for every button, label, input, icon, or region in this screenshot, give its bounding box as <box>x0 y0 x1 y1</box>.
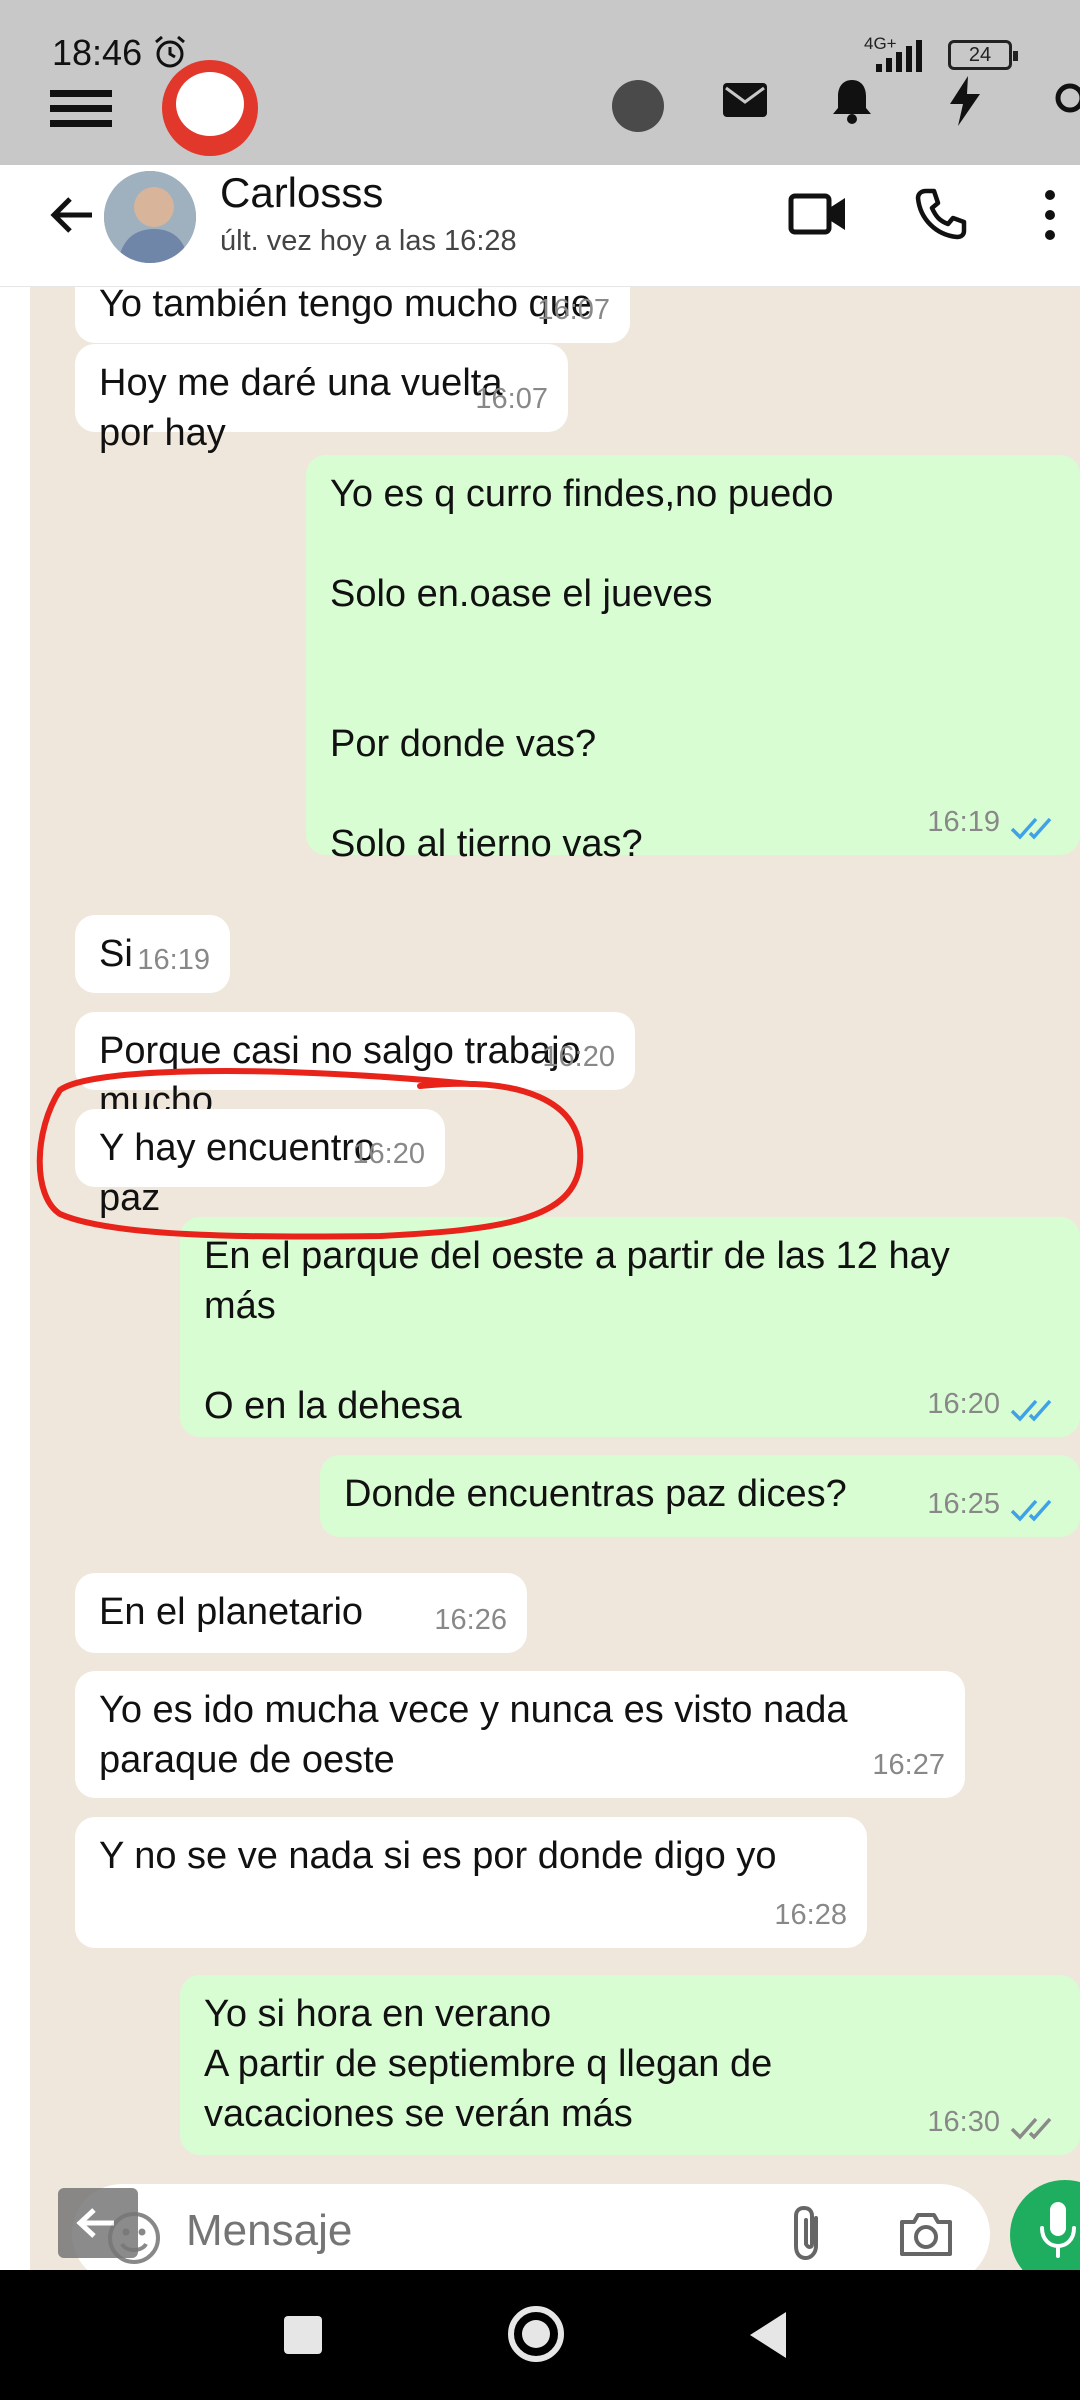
message-time: 16:27 <box>872 1749 945 1781</box>
battery-indicator: 24 <box>948 40 1018 70</box>
message-text: Yo es ido mucha vece y nunca es visto na… <box>99 1689 848 1781</box>
message-incoming[interactable]: En el planetario 16:26 <box>75 1573 527 1653</box>
app-logo[interactable] <box>162 60 258 156</box>
search-icon[interactable] <box>1052 80 1080 120</box>
alarm-icon <box>155 35 185 68</box>
message-outgoing[interactable]: Donde encuentras paz dices? 16:25 <box>320 1455 1080 1537</box>
signal-icon <box>876 40 922 72</box>
more-options-icon[interactable] <box>1042 189 1058 241</box>
profile-thumbnail-icon[interactable] <box>612 80 664 132</box>
message-time: 16:19 <box>927 806 1000 838</box>
message-incoming[interactable]: Y no se ve nada si es por donde digo yo … <box>75 1817 867 1948</box>
bell-icon[interactable] <box>830 76 874 124</box>
status-time: 18:46 <box>52 32 143 73</box>
message-time: 16:26 <box>434 1604 507 1636</box>
avatar-photo <box>104 171 196 263</box>
message-time: 16:20 <box>352 1138 425 1170</box>
message-incoming[interactable]: Yo también tengo mucho que no voy 16:07 <box>75 287 630 375</box>
read-receipt-icon <box>1010 1399 1052 1422</box>
mail-icon[interactable] <box>722 82 768 118</box>
message-incoming[interactable]: Y hay encuentro paz 16:20 <box>75 1109 445 1219</box>
camera-icon[interactable] <box>898 2210 954 2258</box>
status-bar: 18:46 4G+ 24 <box>0 0 1080 165</box>
last-seen-status: últ. vez hoy a las 16:28 <box>220 225 517 257</box>
attach-icon[interactable] <box>788 2204 828 2264</box>
message-time: 16:07 <box>537 294 610 326</box>
read-receipt-icon <box>1010 817 1052 840</box>
message-input[interactable] <box>186 2206 746 2256</box>
phone-call-icon[interactable] <box>914 187 968 241</box>
message-time: 16:28 <box>774 1899 847 1931</box>
delivered-receipt-icon <box>1010 2117 1052 2140</box>
message-outgoing[interactable]: Yo es q curro findes,no puedo Solo en.oa… <box>306 455 1080 865</box>
message-time: 16:19 <box>137 944 210 976</box>
floating-back-arrow-icon <box>76 2208 114 2238</box>
system-navigation-bar <box>0 2270 1080 2400</box>
back-arrow-icon[interactable] <box>48 191 96 239</box>
message-time: 16:30 <box>927 2106 1000 2138</box>
message-input-bar <box>30 2180 1080 2290</box>
contact-name[interactable]: Carlosss <box>220 169 383 217</box>
message-time: 16:07 <box>475 383 548 415</box>
battery-level: 24 <box>968 44 992 66</box>
contact-avatar[interactable] <box>104 171 196 263</box>
message-text: Y no se ve nada si es por donde digo yo <box>99 1835 777 1877</box>
recents-button[interactable] <box>284 2316 322 2354</box>
home-button[interactable] <box>508 2306 564 2362</box>
floating-back-button[interactable] <box>58 2188 138 2258</box>
message-outgoing[interactable]: En el parque del oeste a partir de las 1… <box>180 1217 1080 1437</box>
message-outgoing[interactable]: Yo si hora en verano A partir de septiem… <box>180 1975 1080 2155</box>
hamburger-menu-icon[interactable] <box>50 88 112 128</box>
message-incoming[interactable]: Yo es ido mucha vece y nunca es visto na… <box>75 1671 965 1798</box>
message-time: 16:20 <box>542 1041 615 1073</box>
read-receipt-icon <box>1010 1499 1052 1522</box>
message-time: 16:20 <box>927 1388 1000 1420</box>
microphone-icon <box>1040 2202 1076 2258</box>
message-incoming[interactable]: Hoy me daré una vuelta por hay 16:07 <box>75 344 568 454</box>
system-back-icon[interactable] <box>746 2310 790 2360</box>
video-call-icon[interactable] <box>788 191 848 237</box>
message-incoming[interactable]: Si 16:19 <box>75 915 230 993</box>
message-time: 16:25 <box>927 1488 1000 1520</box>
chat-header: Carlosss últ. vez hoy a las 16:28 <box>0 165 1080 287</box>
bolt-icon[interactable] <box>948 76 982 126</box>
message-incoming[interactable]: Porque casi no salgo trabajo mucho 16:20 <box>75 1012 635 1122</box>
chat-messages-area[interactable]: Yo también tengo mucho que no voy 16:07 … <box>30 287 1080 2270</box>
